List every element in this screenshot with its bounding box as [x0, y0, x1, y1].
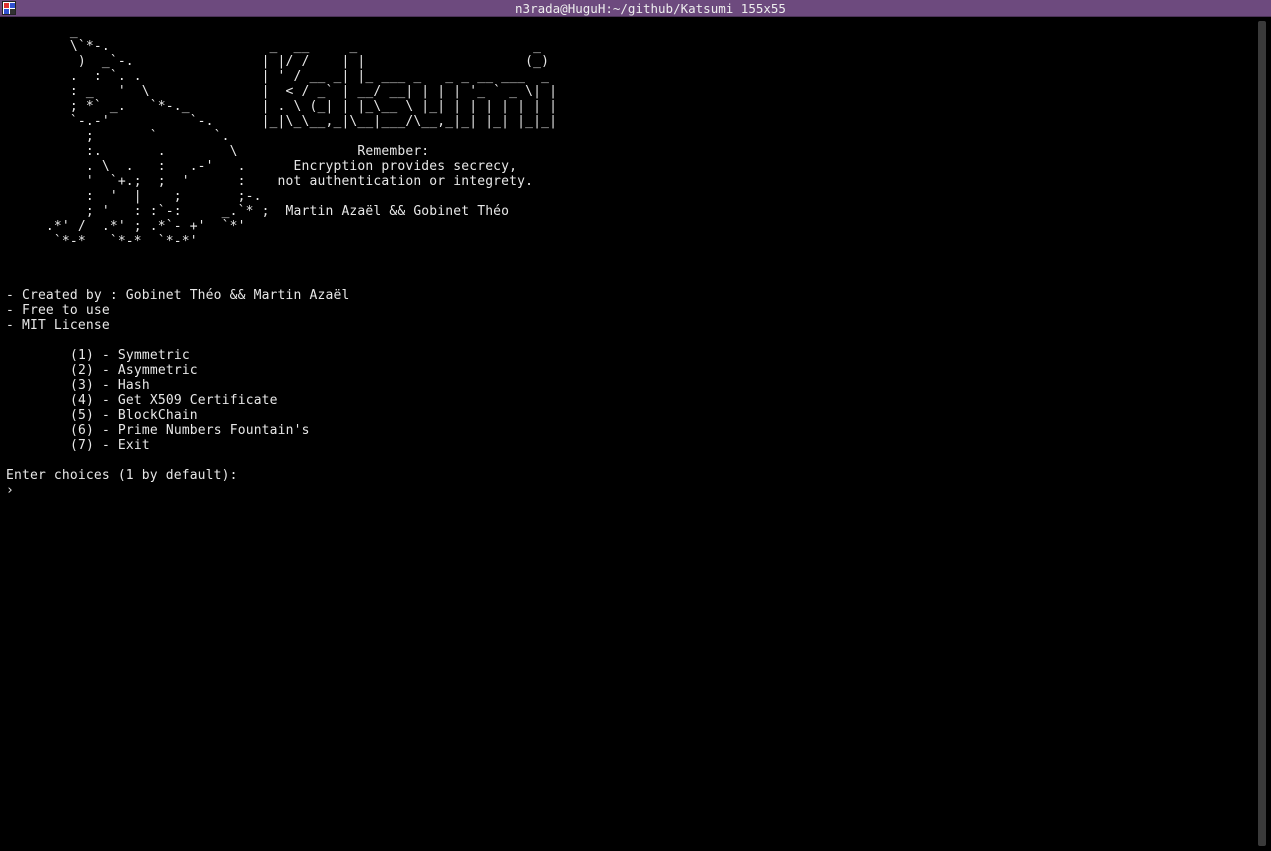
katsumi-ascii-banner: _ \`*-. _ __ _ _ ) _`-. | |/ / | | (_) .… [45, 24, 558, 249]
choice-prompt: Enter choices (1 by default): [6, 468, 238, 483]
menu-item-asymmetric: (2) - Asymmetric [70, 363, 198, 378]
scrollbar-thumb[interactable] [1258, 21, 1266, 846]
terminal-output[interactable]: _ \`*-. _ __ _ _ ) _`-. | |/ / | | (_) .… [6, 24, 1251, 844]
menu-item-symmetric: (1) - Symmetric [70, 348, 190, 363]
input-cursor[interactable]: › [6, 483, 14, 498]
menu-item-blockchain: (5) - BlockChain [70, 408, 198, 423]
title-bar[interactable]: n3rada@HuguH:~/github/Katsumi 155x55 [0, 0, 1271, 17]
menu-item-prime-numbers: (6) - Prime Numbers Fountain's [70, 423, 310, 438]
vertical-scrollbar[interactable] [1254, 17, 1271, 851]
terminal-window: n3rada@HuguH:~/github/Katsumi 155x55 _ \… [0, 0, 1271, 851]
credits-list: - Created by : Gobinet Théo && Martin Az… [6, 288, 349, 333]
main-menu: (1) - Symmetric (2) - Asymmetric (3) - H… [70, 348, 310, 453]
menu-item-x509-certificate: (4) - Get X509 Certificate [70, 393, 278, 408]
window-title: n3rada@HuguH:~/github/Katsumi 155x55 [515, 1, 786, 16]
credit-line: - Free to use [6, 303, 110, 318]
credit-line: - Created by : Gobinet Théo && Martin Az… [6, 288, 350, 303]
menu-item-hash: (3) - Hash [70, 378, 150, 393]
menu-item-exit: (7) - Exit [70, 438, 150, 453]
credit-line: - MIT License [6, 318, 110, 333]
